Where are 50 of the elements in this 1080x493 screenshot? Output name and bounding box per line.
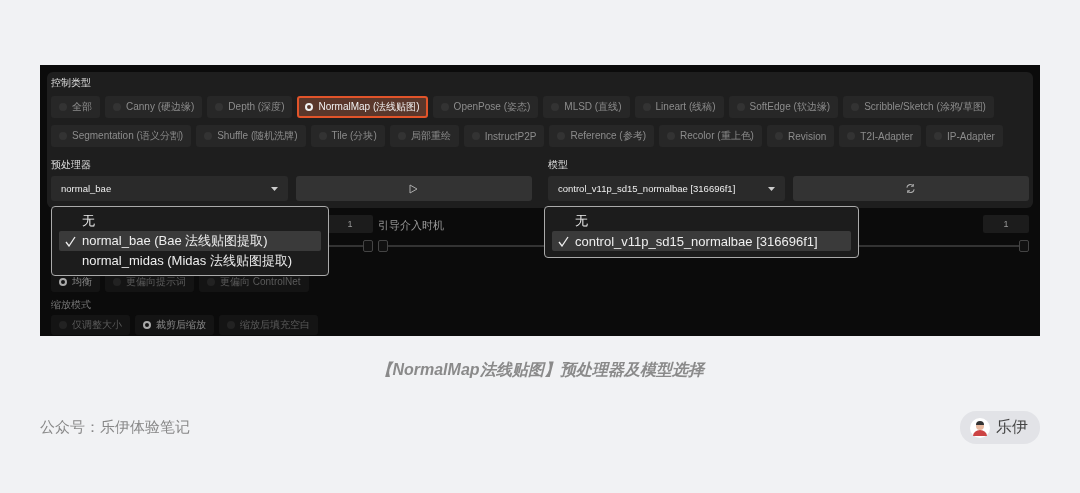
author-name: 乐伊 xyxy=(996,417,1028,437)
resize-mode-option[interactable]: 裁剪后缩放 xyxy=(135,315,214,335)
check-icon xyxy=(558,235,569,247)
control-type-option[interactable]: SoftEdge (软边缘) xyxy=(728,96,839,118)
control-type-option[interactable]: MLSD (直线) xyxy=(543,96,630,118)
slider-thumb[interactable] xyxy=(378,240,388,252)
model-dropdown[interactable]: control_v11p_sd15_normalbae [316696f1] xyxy=(548,176,785,201)
model-label: 模型 xyxy=(548,159,569,171)
slider-thumb[interactable] xyxy=(363,240,373,252)
control-type-option[interactable]: Tile (分块) xyxy=(310,125,385,147)
control-type-option[interactable]: Revision xyxy=(766,125,835,147)
number-field[interactable]: 1 xyxy=(327,215,373,233)
control-type-option[interactable]: 全部 xyxy=(51,96,100,118)
number-field[interactable]: 1 xyxy=(983,215,1029,233)
caret-icon xyxy=(767,186,775,191)
check-icon xyxy=(65,235,76,247)
control-type-option[interactable]: Lineart (线稿) xyxy=(634,96,724,118)
refresh-icon xyxy=(905,183,917,194)
control-type-option[interactable]: Canny (硬边缘) xyxy=(105,96,203,118)
control-type-option[interactable]: InstructP2P xyxy=(463,125,545,147)
slider-thumb[interactable] xyxy=(1019,240,1029,252)
caret-icon xyxy=(270,186,278,191)
menu-option[interactable]: 无 xyxy=(552,211,851,231)
control-type-option[interactable]: Reference (参考) xyxy=(549,125,654,147)
source-text: 公众号：乐伊体验笔记 xyxy=(40,418,190,437)
control-type-option[interactable]: T2I-Adapter xyxy=(839,125,922,147)
resize-mode-label: 缩放模式 xyxy=(51,298,92,312)
run-button[interactable] xyxy=(295,176,532,201)
control-type-label: 控制类型 xyxy=(51,77,92,89)
control-type-option[interactable]: NormalMap (法线贴图) xyxy=(297,96,428,118)
control-type-option[interactable]: Scribble/Sketch (涂鸦/草图) xyxy=(843,96,994,118)
resize-mode-option[interactable]: 仅调整大小 xyxy=(51,315,130,335)
avatar-icon xyxy=(970,417,990,438)
menu-option[interactable]: normal_midas (Midas 法线贴图提取) xyxy=(59,251,321,271)
control-type-option[interactable]: Segmentation (语义分割) xyxy=(51,125,192,147)
figure-caption: 【NormalMap法线贴图】预处理器及模型选择 xyxy=(375,360,707,380)
preprocessor-dropdown[interactable]: normal_bae xyxy=(51,176,288,201)
refresh-button[interactable] xyxy=(792,176,1029,201)
control-type-option[interactable]: Shuffle (随机洗牌) xyxy=(196,125,306,147)
control-type-option[interactable]: Depth (深度) xyxy=(207,96,293,118)
control-type-option[interactable]: OpenPose (姿态) xyxy=(432,96,539,118)
menu-option[interactable]: control_v11p_sd15_normalbae [316696f1] xyxy=(552,231,851,251)
control-type-option[interactable]: 局部重绘 xyxy=(389,125,459,147)
play-icon xyxy=(409,183,419,194)
slider-label: 引导介入时机 xyxy=(378,219,444,233)
preprocessor-label: 预处理器 xyxy=(51,159,92,171)
control-type-option[interactable]: Recolor (重上色) xyxy=(659,125,762,147)
control-type-option[interactable]: IP-Adapter xyxy=(926,125,1003,147)
menu-option[interactable]: 无 xyxy=(59,211,321,231)
menu-option[interactable]: normal_bae (Bae 法线贴图提取) xyxy=(59,231,321,251)
